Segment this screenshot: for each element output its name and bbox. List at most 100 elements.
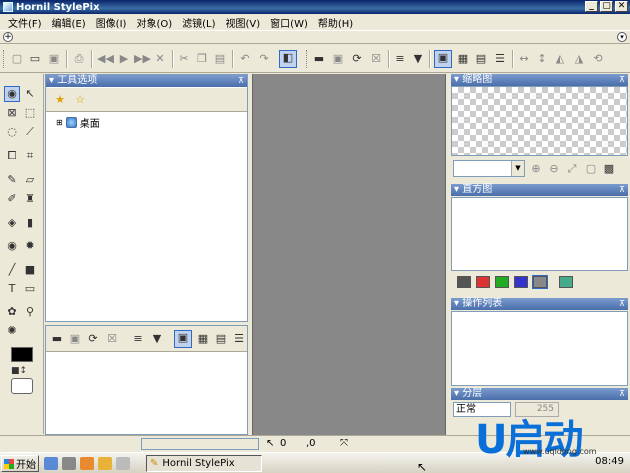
menu-help[interactable]: 帮助(H) bbox=[313, 15, 358, 30]
gradient-icon[interactable]: ▮ bbox=[22, 215, 38, 231]
sharpen-icon[interactable]: ✹ bbox=[22, 238, 38, 254]
channel-options-icon[interactable] bbox=[559, 276, 573, 288]
fullscreen-icon[interactable]: ▩ bbox=[602, 162, 616, 176]
toolbar-grip[interactable] bbox=[306, 50, 309, 68]
print-icon[interactable]: ⎙ bbox=[72, 52, 86, 66]
media-icon[interactable] bbox=[80, 457, 94, 470]
channel-rgb-icon[interactable] bbox=[457, 276, 471, 288]
large-icons-icon[interactable]: ▣ bbox=[174, 330, 192, 348]
trim-icon[interactable]: ⌗ bbox=[22, 148, 38, 164]
toolbar-grip[interactable] bbox=[3, 50, 6, 68]
panel-toggle-icon[interactable]: ◧ bbox=[279, 50, 297, 68]
maximize-button[interactable]: ▢ bbox=[600, 1, 613, 12]
pin-icon[interactable]: ⊼ bbox=[619, 184, 625, 196]
channel-luminance-icon[interactable] bbox=[532, 275, 548, 289]
thumbnail-preview[interactable] bbox=[451, 86, 628, 156]
chevron-down-icon[interactable]: ▼ bbox=[511, 161, 524, 176]
menu-object[interactable]: 对象(O) bbox=[131, 15, 177, 30]
large-icons-icon[interactable]: ▣ bbox=[434, 50, 452, 68]
tree-item-desktop[interactable]: ⊞ 桌面 bbox=[56, 115, 100, 130]
flip-v-icon[interactable]: ↕ bbox=[535, 52, 549, 66]
pencil-icon[interactable]: ✎ bbox=[4, 172, 20, 188]
folder-icon[interactable]: ▬ bbox=[50, 332, 64, 346]
text-icon[interactable]: T bbox=[4, 281, 20, 297]
pointer-tool-icon[interactable]: ↖ bbox=[22, 86, 38, 102]
image-icon[interactable]: ▣ bbox=[331, 52, 345, 66]
menu-view[interactable]: 视图(V) bbox=[221, 15, 266, 30]
cut-icon[interactable]: ✂ bbox=[177, 52, 191, 66]
eraser-icon[interactable]: ▱ bbox=[22, 172, 38, 188]
task-button-stylepix[interactable]: ✎ Hornil StylePix bbox=[146, 455, 262, 472]
polygon-select-icon[interactable]: ⊠ bbox=[4, 105, 20, 121]
pin-icon[interactable]: ⊼ bbox=[238, 75, 244, 87]
actual-size-icon[interactable]: ▢ bbox=[584, 162, 598, 176]
first-icon[interactable]: ◀◀ bbox=[97, 52, 114, 66]
channel-green-icon[interactable] bbox=[495, 276, 509, 288]
menu-edit[interactable]: 编辑(E) bbox=[47, 15, 91, 30]
fill-icon[interactable]: ◈ bbox=[4, 215, 20, 231]
background-color-swatch[interactable] bbox=[11, 378, 33, 394]
stop-icon[interactable]: ☒ bbox=[105, 332, 119, 346]
refresh-icon[interactable]: ⟳ bbox=[86, 332, 100, 346]
pin-icon[interactable]: ⊼ bbox=[619, 388, 625, 400]
operations-list[interactable] bbox=[451, 311, 628, 386]
rotate-left-icon[interactable]: ◭ bbox=[553, 52, 567, 66]
small-icons-icon[interactable]: ▦ bbox=[196, 332, 210, 346]
dropdown-icon[interactable]: ▼ bbox=[150, 332, 164, 346]
view-tool-icon[interactable]: ◉ bbox=[4, 86, 20, 102]
details-icon[interactable]: ☰ bbox=[232, 332, 246, 346]
redo-icon[interactable]: ↷ bbox=[257, 52, 271, 66]
last-icon[interactable]: ✕ bbox=[153, 52, 167, 66]
copy-icon[interactable]: ❐ bbox=[195, 52, 209, 66]
printer-icon[interactable] bbox=[62, 457, 76, 470]
lasso-icon[interactable]: ◌ bbox=[4, 124, 20, 140]
minimize-button[interactable]: _ bbox=[585, 1, 598, 12]
zoom-out-icon[interactable]: ⊖ bbox=[547, 162, 561, 176]
list-icon[interactable]: ▤ bbox=[474, 52, 488, 66]
zoom-icon[interactable]: ⚲ bbox=[22, 304, 38, 320]
drive-icon[interactable] bbox=[116, 457, 130, 470]
tab-menu-button[interactable]: ▾ bbox=[617, 32, 627, 42]
close-button[interactable]: ✕ bbox=[615, 1, 628, 12]
add-star-icon[interactable]: ☆ bbox=[72, 92, 88, 108]
image-icon[interactable]: ▣ bbox=[68, 332, 82, 346]
paste-icon[interactable]: ▤ bbox=[213, 52, 227, 66]
rect-select-icon[interactable]: ⬚ bbox=[22, 105, 38, 121]
pin-icon[interactable]: ⊼ bbox=[619, 298, 625, 310]
open-icon[interactable]: ▭ bbox=[28, 52, 42, 66]
swap-colors-icon[interactable]: ■↕ bbox=[11, 363, 27, 379]
expand-icon[interactable]: ⊞ bbox=[56, 118, 63, 127]
color-picker-icon[interactable]: ✿ bbox=[4, 304, 20, 320]
add-tab-button[interactable]: + bbox=[3, 32, 13, 42]
next-icon[interactable]: ▶▶ bbox=[134, 52, 151, 66]
folder-icon[interactable] bbox=[98, 457, 112, 470]
star-icon[interactable]: ★ bbox=[52, 92, 68, 108]
stamp-icon[interactable]: ♜ bbox=[22, 191, 38, 207]
open-folder-icon[interactable]: ▭ bbox=[22, 281, 38, 297]
stop-icon[interactable]: ☒ bbox=[369, 52, 383, 66]
undo-icon[interactable]: ↶ bbox=[238, 52, 252, 66]
brush-icon[interactable]: ✐ bbox=[4, 191, 20, 207]
magic-wand-icon[interactable]: ⟋ bbox=[22, 124, 38, 140]
foreground-color-swatch[interactable] bbox=[11, 347, 33, 362]
channel-blue-icon[interactable] bbox=[514, 276, 528, 288]
add-list-icon[interactable]: ≡ bbox=[131, 332, 145, 346]
pin-icon[interactable]: ⊼ bbox=[619, 74, 625, 86]
folder-icon[interactable]: ▬ bbox=[312, 52, 326, 66]
save-icon[interactable]: ▣ bbox=[47, 52, 61, 66]
crop-icon[interactable]: ⧠ bbox=[4, 148, 20, 164]
refresh-icon[interactable]: ⟳ bbox=[350, 52, 364, 66]
zoom-in-icon[interactable]: ⊕ bbox=[529, 162, 543, 176]
menu-image[interactable]: 图像(I) bbox=[91, 15, 132, 30]
add-list-icon[interactable]: ≡ bbox=[393, 52, 407, 66]
prev-icon[interactable]: ▶ bbox=[117, 52, 131, 66]
flip-h-icon[interactable]: ↔ bbox=[517, 52, 531, 66]
rotate-right-icon[interactable]: ◮ bbox=[572, 52, 586, 66]
fit-icon[interactable]: ⤢ bbox=[565, 162, 579, 176]
dropdown-icon[interactable]: ▼ bbox=[411, 52, 425, 66]
menu-window[interactable]: 窗口(W) bbox=[265, 15, 313, 30]
menu-file[interactable]: 文件(F) bbox=[3, 15, 47, 30]
red-eye-icon[interactable]: ◉ bbox=[4, 238, 20, 254]
image-canvas[interactable] bbox=[252, 74, 446, 435]
shape-icon[interactable]: ■ bbox=[22, 262, 38, 278]
